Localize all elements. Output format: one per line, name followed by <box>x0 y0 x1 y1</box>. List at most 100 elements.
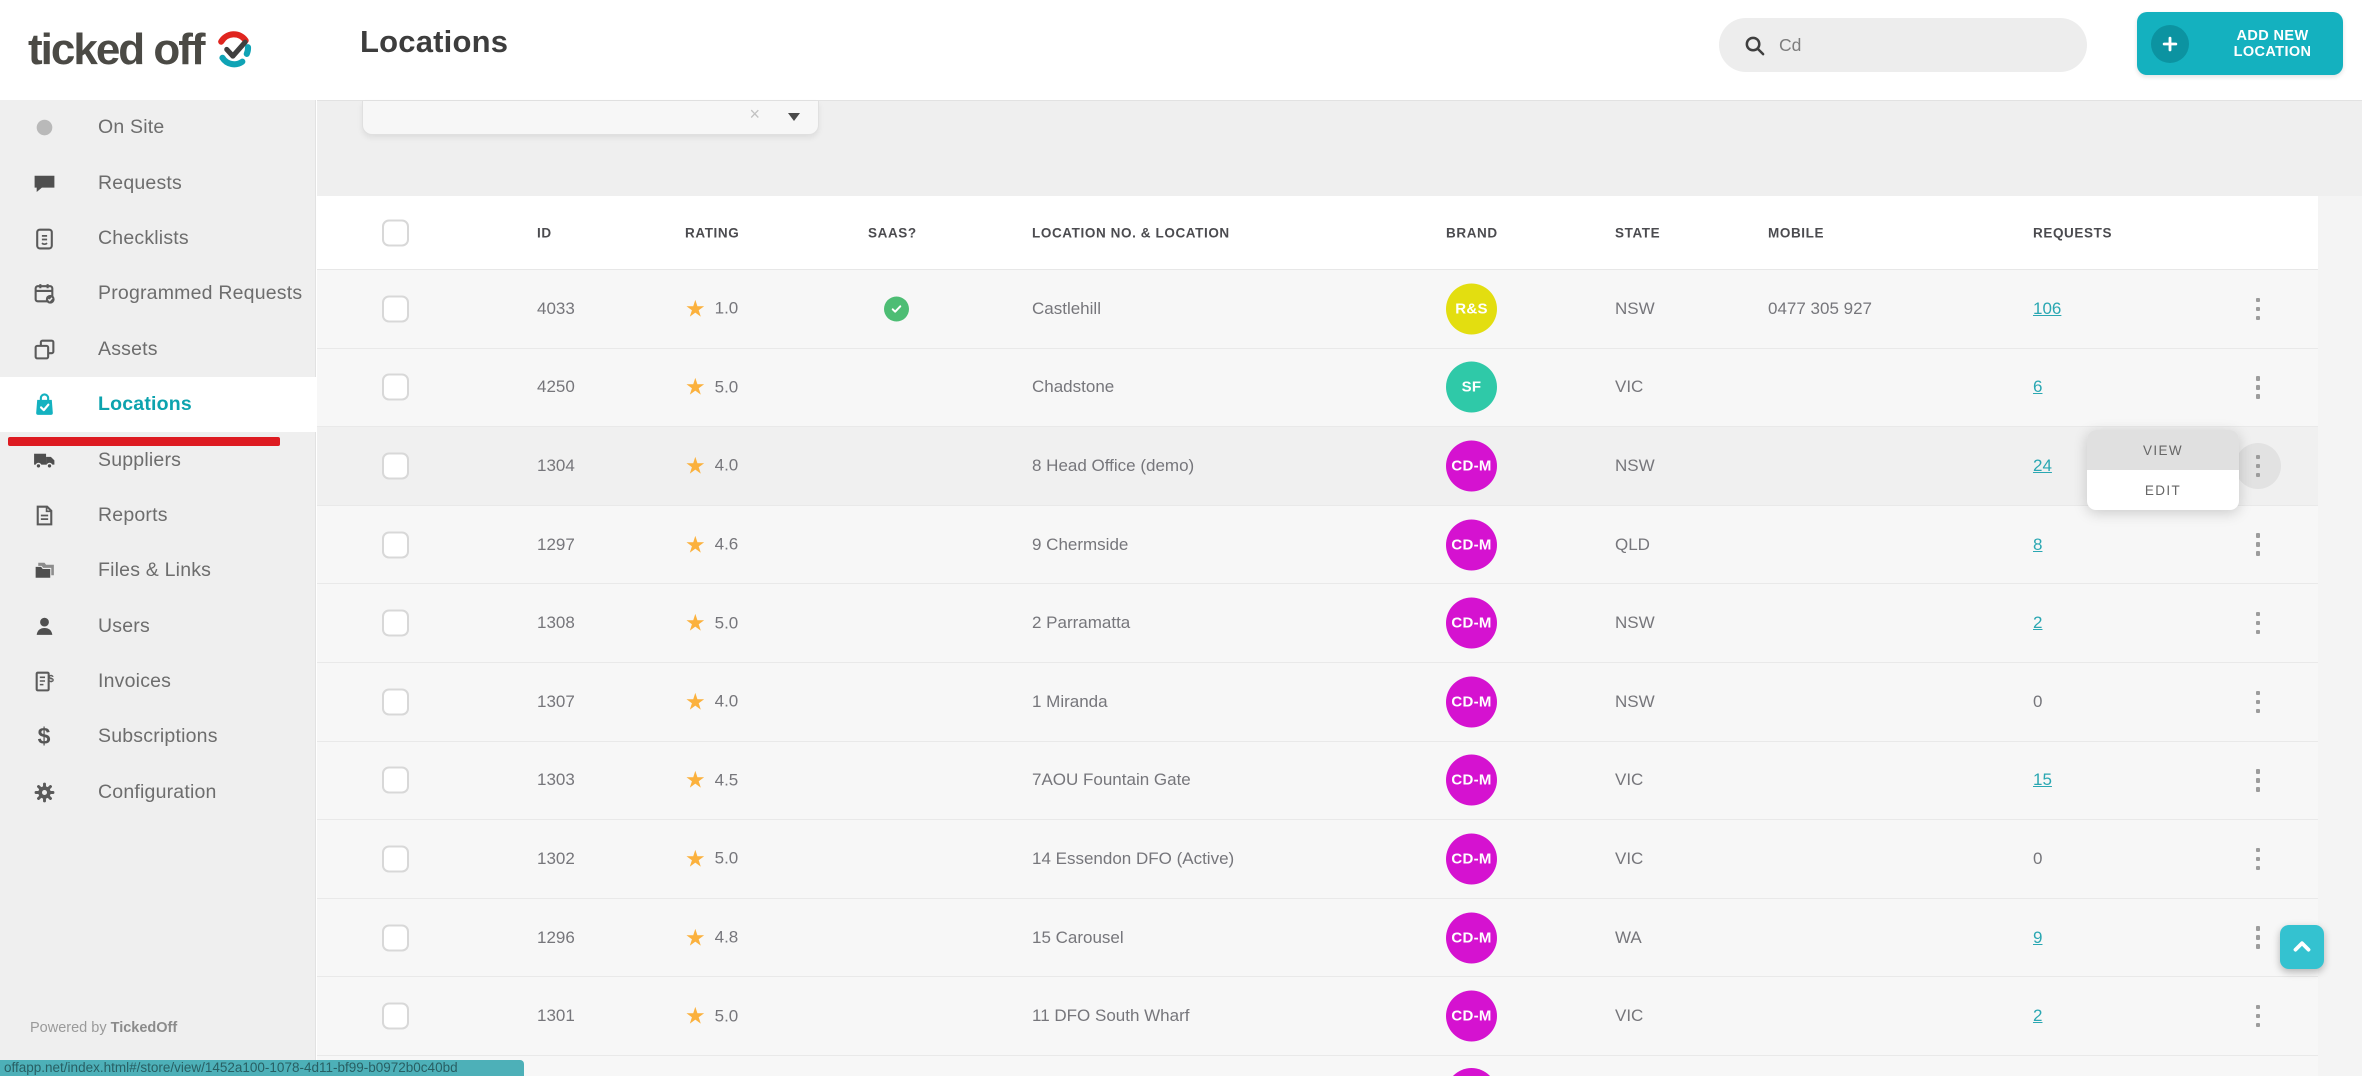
row-checkbox[interactable] <box>382 295 409 323</box>
cell-state: NSW <box>1615 691 1655 711</box>
kebab-button[interactable] <box>2235 286 2281 332</box>
dollar-icon: $ <box>37 723 51 750</box>
kebab-button[interactable] <box>2235 915 2281 961</box>
sidebar-item-reports[interactable]: Reports <box>0 488 316 543</box>
row-checkbox[interactable] <box>382 373 409 401</box>
sidebar-item-label: Files & Links <box>98 559 212 582</box>
sidebar-item-label: Subscriptions <box>98 725 218 748</box>
star-icon: ★ <box>685 531 706 558</box>
logo[interactable]: ticked off <box>0 0 316 100</box>
table-row[interactable]: 1303 ★ 4.5 7AOU Fountain Gate CD-M VIC 1… <box>317 741 2318 821</box>
table-row[interactable]: 4250 ★ 5.0 Chadstone SF VIC 6 <box>317 348 2318 428</box>
sidebar-item-assets[interactable]: Assets <box>0 322 316 377</box>
sidebar-item-invoices[interactable]: $ Invoices <box>0 654 316 709</box>
column-header-state: STATE <box>1615 225 1661 240</box>
row-checkbox[interactable] <box>382 1002 409 1030</box>
search-box[interactable] <box>1719 18 2087 72</box>
cell-state: VIC <box>1615 377 1644 397</box>
add-new-location-button[interactable]: ADD NEW LOCATION <box>2137 12 2343 75</box>
row-checkbox[interactable] <box>382 766 409 794</box>
cell-id: 1307 <box>537 691 575 711</box>
menu-item-view[interactable]: VIEW <box>2087 430 2239 470</box>
scroll-to-top-button[interactable] <box>2280 925 2324 969</box>
table-row[interactable]: 1307 ★ 4.0 1 Miranda CD-M NSW 0 <box>317 662 2318 742</box>
row-context-menu: VIEW EDIT <box>2087 430 2239 510</box>
table-row[interactable]: 4033 ★ 1.0 Castlehill R&S NSW 0477 305 9… <box>317 270 2318 349</box>
cell-requests[interactable]: 24 <box>2033 456 2052 476</box>
cell-state: NSW <box>1615 455 1655 475</box>
cell-requests[interactable]: 8 <box>2033 535 2042 555</box>
column-header-id: ID <box>537 225 552 240</box>
active-item-underline <box>8 437 280 446</box>
brand-badge: CD-M <box>1446 912 1497 964</box>
cell-rating-value: 5.0 <box>714 377 739 397</box>
cell-requests[interactable]: 6 <box>2033 377 2042 397</box>
table-row[interactable]: 1301 ★ 5.0 11 DFO South Wharf CD-M VIC 2 <box>317 977 2318 1056</box>
sidebar-item-subscriptions[interactable]: $ Subscriptions <box>0 709 316 764</box>
search-input[interactable] <box>1779 34 2059 56</box>
kebab-button[interactable] <box>2235 442 2281 489</box>
row-checkbox[interactable] <box>382 845 409 873</box>
kebab-button[interactable] <box>2235 364 2281 410</box>
cell-requests: 0 <box>2033 848 2043 868</box>
sidebar-nav: On Site Requests Checklists Programmed Requ… <box>0 100 316 820</box>
cell-requests[interactable]: 106 <box>2033 299 2061 319</box>
cell-id: 1308 <box>537 613 575 633</box>
filter-dropdown[interactable]: × <box>362 101 819 135</box>
cell-rating-value: 4.0 <box>714 455 739 475</box>
clear-icon[interactable]: × <box>749 104 760 125</box>
cell-requests[interactable]: 2 <box>2033 1006 2042 1026</box>
star-icon: ★ <box>685 295 706 322</box>
kebab-button[interactable] <box>2235 836 2281 882</box>
sidebar-item-programmed-requests[interactable]: Programmed Requests <box>0 266 316 321</box>
cell-requests[interactable]: 2 <box>2033 613 2042 633</box>
sidebar-item-checklists[interactable]: Checklists <box>0 211 316 266</box>
row-checkbox[interactable] <box>382 452 409 480</box>
select-all-checkbox[interactable] <box>382 219 409 246</box>
menu-item-edit[interactable]: EDIT <box>2087 470 2239 510</box>
sidebar-item-on-site[interactable]: On Site <box>0 100 316 155</box>
search-icon <box>1745 36 1765 55</box>
column-header-saas: SAAS? <box>868 225 917 240</box>
row-checkbox[interactable] <box>382 688 409 716</box>
sidebar-item-configuration[interactable]: Configuration <box>0 765 316 820</box>
kebab-button[interactable] <box>2235 993 2281 1039</box>
app-root: ticked off On Site Requests Checklists Prog… <box>0 0 2362 1076</box>
cell-requests[interactable]: 9 <box>2033 928 2042 948</box>
row-checkbox[interactable] <box>382 924 409 952</box>
kebab-button[interactable] <box>2235 679 2281 725</box>
invoice-icon: $ <box>30 669 58 694</box>
cell-location: 2 Parramatta <box>1032 613 1131 633</box>
chevron-down-icon[interactable] <box>788 113 800 121</box>
cell-requests[interactable]: 15 <box>2033 770 2052 790</box>
sidebar-item-label: Checklists <box>98 226 189 249</box>
powered-by-prefix: Powered by <box>30 1020 111 1036</box>
row-checkbox[interactable] <box>382 609 409 637</box>
kebab-button[interactable] <box>2235 600 2281 646</box>
cell-location: 8 Head Office (demo) <box>1032 455 1195 475</box>
add-new-location-label: ADD NEW LOCATION <box>2233 27 2312 60</box>
sidebar-item-requests[interactable]: Requests <box>0 155 316 210</box>
table-row[interactable]: 1296 ★ 4.8 15 Carousel CD-M WA 9 <box>317 898 2318 978</box>
cell-location: 11 DFO South Wharf <box>1032 1006 1190 1026</box>
sidebar-item-users[interactable]: Users <box>0 599 316 654</box>
cell-rating-value: 5.0 <box>714 848 739 868</box>
kebab-button[interactable] <box>2235 522 2281 568</box>
table-row[interactable]: 1308 ★ 5.0 2 Parramatta CD-M NSW 2 <box>317 584 2318 663</box>
sidebar-item-label: Configuration <box>98 780 217 803</box>
sidebar-item-locations[interactable]: Locations <box>0 376 316 433</box>
bag-icon <box>30 392 58 417</box>
table-row[interactable]: 1304 ★ 4.0 8 Head Office (demo) CD-M NSW… <box>317 427 2318 506</box>
cell-state: VIC <box>1615 848 1644 868</box>
table-row[interactable]: 1302 ★ 5.0 14 Essendon DFO (Active) CD-M… <box>317 820 2318 899</box>
sidebar-item-files-links[interactable]: Files & Links <box>0 543 316 598</box>
plus-icon <box>2151 24 2189 63</box>
kebab-button[interactable] <box>2235 757 2281 803</box>
cell-id: 1296 <box>537 927 575 947</box>
brand-badge: CD-M <box>1446 833 1497 885</box>
saas-check-icon <box>884 296 909 322</box>
right-margin <box>2318 196 2362 1076</box>
table-row[interactable]: 1297 ★ 4.6 9 Chermside CD-M QLD 8 <box>317 505 2318 585</box>
cell-location: 1 Miranda <box>1032 691 1108 711</box>
row-checkbox[interactable] <box>382 531 409 559</box>
